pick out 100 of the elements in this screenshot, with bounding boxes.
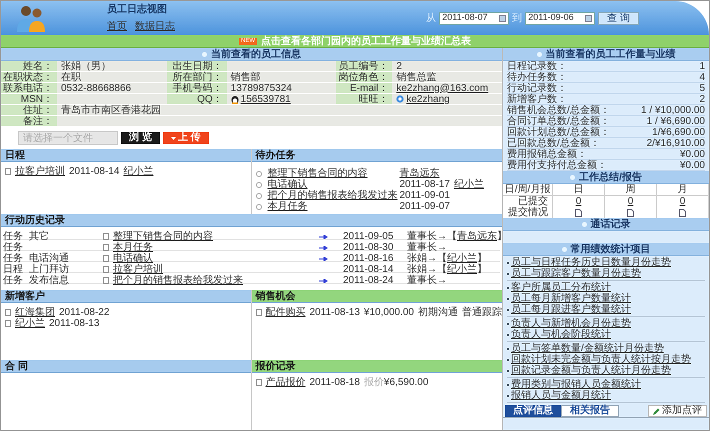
field-label: 联系电话： xyxy=(1,83,57,94)
document-icon xyxy=(5,168,11,175)
field-label: 旺旺： xyxy=(336,94,392,105)
document-icon xyxy=(256,379,262,386)
link[interactable]: 首页 xyxy=(107,19,127,34)
text: 任务 xyxy=(3,241,24,253)
text: 新增客户数： xyxy=(507,94,567,104)
text: 1 xyxy=(699,61,705,71)
add-comment-button[interactable]: 添加点评 xyxy=(648,405,707,417)
link[interactable]: 0 xyxy=(628,194,634,209)
field-label: 出生日期： xyxy=(166,61,227,72)
text: ¥0.00 xyxy=(680,160,705,170)
link[interactable]: 负责人与机会阶段统计 xyxy=(511,327,611,342)
upload-button[interactable]: 上 传 xyxy=(162,132,209,144)
section-header: 合 同 xyxy=(1,360,250,373)
text: 常用绩效统计项目 xyxy=(570,242,650,256)
text: 0532-88668866 xyxy=(61,82,132,94)
text: 】 xyxy=(477,262,487,277)
text: 董事长→【 xyxy=(407,230,457,242)
calendar-icon xyxy=(499,14,506,22)
column-header: 周 xyxy=(605,184,657,196)
link[interactable]: 纪小兰 xyxy=(447,262,477,277)
circle-icon xyxy=(256,192,262,198)
text: 从 xyxy=(426,12,436,26)
date-field[interactable]: 2011-08-07 xyxy=(439,12,510,24)
text: 日程 xyxy=(3,263,24,275)
document-icon[interactable] xyxy=(575,208,582,216)
field-label: 姓名： xyxy=(1,61,57,72)
text: 张娟（男） xyxy=(61,60,111,72)
link[interactable]: 青岛远东 xyxy=(457,229,497,244)
link[interactable]: 纪小兰 xyxy=(123,164,154,179)
text: 其它 xyxy=(29,231,49,242)
text: 当前查看的员工信息 xyxy=(211,48,301,60)
text: 2011-08-16 xyxy=(343,252,394,265)
text: ¥10,000.00 xyxy=(364,306,414,320)
link[interactable]: 报销人员与金额月统计 xyxy=(511,388,611,403)
link[interactable]: 青岛远东 xyxy=(400,166,440,181)
circle-icon xyxy=(256,170,262,176)
field-label: QQ： xyxy=(166,94,227,105)
link[interactable]: 数据日志 xyxy=(135,19,175,34)
text: 2011-08-24 xyxy=(343,274,394,288)
file-field[interactable]: 请选择一个文件 xyxy=(18,131,118,145)
link[interactable]: ke2zhang xyxy=(406,94,450,104)
field-label: MSN： xyxy=(1,94,57,105)
tab[interactable]: 点评信息 xyxy=(505,405,561,417)
link[interactable]: 员工与跟踪客户数量月份走势 xyxy=(511,266,641,281)
text: 张娟→【 xyxy=(407,262,447,275)
text: 4 xyxy=(699,72,705,82)
link[interactable]: 纪小兰 xyxy=(454,177,484,192)
field-label: 手机号码： xyxy=(166,83,227,94)
link[interactable]: 产品报价 xyxy=(266,375,306,390)
text: 1 / ¥6,690.00 xyxy=(646,116,705,126)
section-header: 待办任务 xyxy=(252,149,502,162)
text: 董事长→ xyxy=(407,240,447,253)
text: 2011-08-14 xyxy=(69,165,120,179)
link[interactable]: 员工每月跟进客户数量统计 xyxy=(511,302,631,317)
circle-icon xyxy=(256,204,262,210)
text: 费用报销总金额： xyxy=(507,149,587,159)
text: 初期沟通 xyxy=(418,306,458,320)
field-label: 备注： xyxy=(1,116,57,127)
field-label: 岗位角色： xyxy=(336,72,392,83)
link[interactable]: 把个月的销售报表给我发过来 xyxy=(113,273,243,288)
text: 日程记录数： xyxy=(507,61,567,71)
browse-button[interactable]: 浏 览 xyxy=(121,132,160,144)
text: 】 xyxy=(497,230,507,244)
link[interactable]: 拉客户培训 xyxy=(15,164,65,179)
circle-icon xyxy=(256,182,262,188)
text: 1 / ¥10,000.00 xyxy=(641,105,705,115)
link[interactable]: 0 xyxy=(576,194,582,209)
text: 行动记录数： xyxy=(507,83,567,93)
document-icon[interactable] xyxy=(679,208,686,216)
document-icon[interactable] xyxy=(627,208,634,216)
link[interactable]: 0 xyxy=(680,194,686,209)
link[interactable]: 156539781 xyxy=(240,94,291,104)
text: 2011-08-17 xyxy=(400,178,450,191)
link[interactable]: 本月任务 xyxy=(268,199,396,214)
query-button[interactable]: 查 询 xyxy=(598,12,639,24)
arrow-icon xyxy=(318,246,328,250)
text: 2011-08-14 xyxy=(343,263,394,276)
text: 销售总监 xyxy=(396,72,436,82)
field-label: E-mail： xyxy=(336,83,392,94)
text: 张娟→【 xyxy=(407,252,447,264)
text: 电话沟通 xyxy=(29,253,69,264)
link[interactable]: 配件购买 xyxy=(266,305,306,320)
arrow-icon xyxy=(318,256,328,260)
link[interactable]: 纪小兰 xyxy=(15,316,45,331)
tab[interactable]: 相关报告 xyxy=(561,405,619,417)
link[interactable]: 回款记录金额与负责人统计月份走势 xyxy=(511,363,671,378)
pencil-icon xyxy=(653,408,660,414)
section-header: 报价记录 xyxy=(252,360,502,373)
people-drawing xyxy=(15,3,47,33)
text: 13789875324 xyxy=(230,82,292,94)
section-header: 销售机会 xyxy=(252,290,502,303)
text: 2011-08-30 xyxy=(343,241,394,254)
text: 回款计划总数/总金额： xyxy=(507,127,610,137)
text: 2011-08-13 xyxy=(49,317,100,331)
link[interactable]: ke2zhang@163.com xyxy=(396,82,488,94)
text: ¥0.00 xyxy=(680,149,705,159)
text: 5 xyxy=(699,83,705,93)
date-field[interactable]: 2011-09-06 xyxy=(525,12,596,24)
